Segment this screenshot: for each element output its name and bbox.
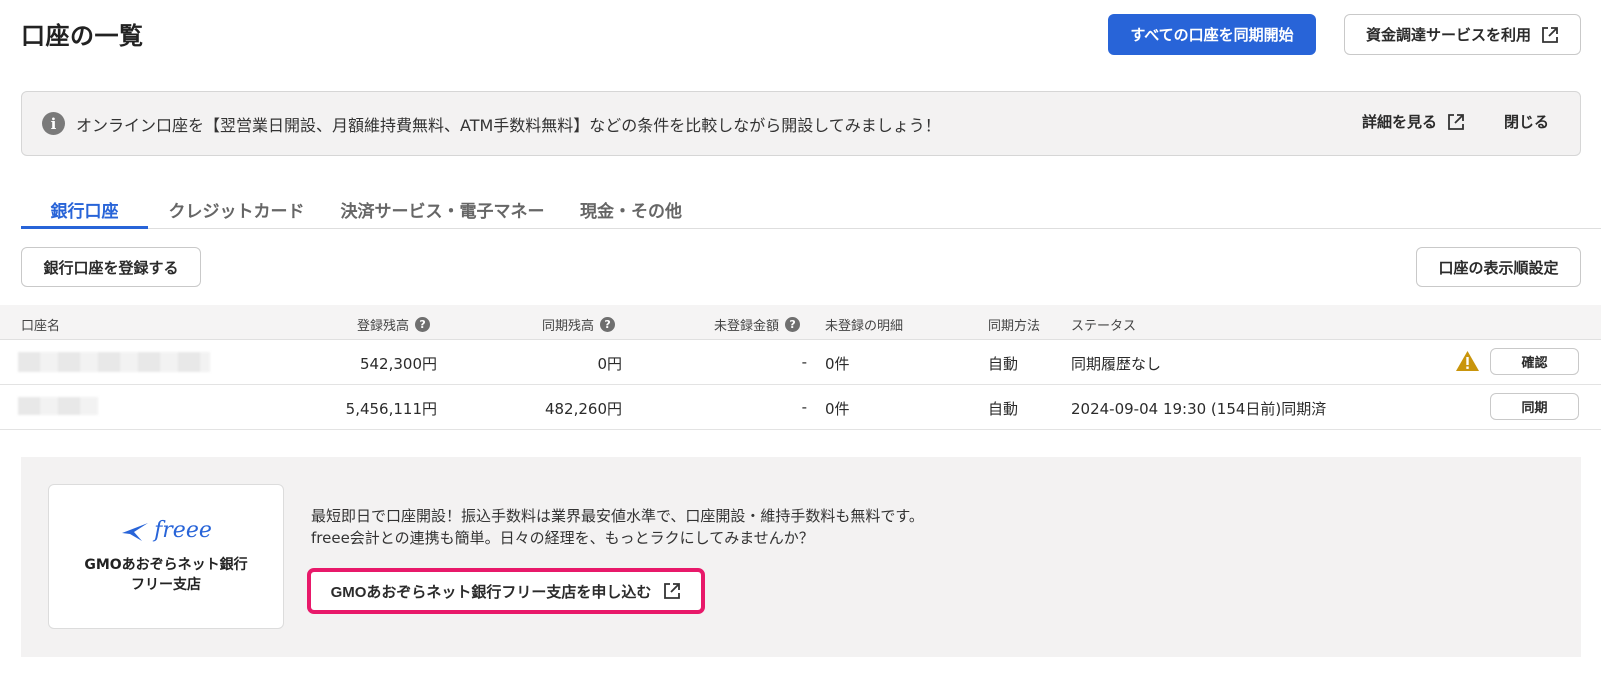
sync-status: 2024-09-04 19:30 (154日前)同期済: [1071, 400, 1327, 418]
unregistered-items: 0件: [825, 355, 850, 373]
promo-bank-card: freee GMOあおぞらネット銀行 フリー支店: [48, 484, 284, 629]
warning-icon: [1456, 351, 1479, 371]
sync-method: 自動: [988, 355, 1019, 373]
funding-service-label: 資金調達サービスを利用: [1365, 27, 1531, 44]
freee-bird-icon: [122, 522, 149, 541]
apply-gmo-label: GMOあおぞらネット銀行フリー支店を申し込む: [330, 583, 652, 601]
page-title: 口座の一覧: [21, 22, 144, 50]
column-header-registered-balance: 登録残高?: [357, 315, 431, 334]
table-row[interactable]: 542,300円 0円 - 0件 自動 同期履歴なし 確認: [0, 340, 1601, 385]
unregistered-items: 0件: [825, 400, 850, 418]
promo-panel: freee GMOあおぞらネット銀行 フリー支店 最短即日で口座開設！振込手数料…: [21, 457, 1581, 657]
account-name-redacted: [18, 397, 98, 415]
column-header-unregistered-amount: 未登録金額?: [714, 315, 801, 334]
help-icon[interactable]: ?: [415, 317, 431, 332]
table-header: 口座名 登録残高? 同期残高? 未登録金額? 未登録の明細 同期方法 ステータス: [0, 305, 1601, 340]
unregistered-amount: -: [801, 353, 807, 371]
synced-balance: 0円: [597, 355, 622, 373]
external-link-icon: [664, 583, 681, 599]
banner-detail-label: 詳細を見る: [1362, 113, 1438, 131]
promo-description: 最短即日で口座開設！振込手数料は業界最安値水準で、口座開設・維持手数料も無料です…: [311, 507, 924, 547]
sync-status: 同期履歴なし: [1071, 355, 1162, 373]
column-header-synced-balance: 同期残高?: [542, 315, 616, 334]
promo-bank-name: GMOあおぞらネット銀行 フリー支店: [84, 557, 248, 593]
account-table: 口座名 登録残高? 同期残高? 未登録金額? 未登録の明細 同期方法 ステータス…: [0, 305, 1601, 430]
info-icon: i: [42, 112, 65, 135]
confirm-button[interactable]: 確認: [1490, 348, 1579, 375]
banner-detail-link[interactable]: 詳細を見る: [1362, 111, 1465, 132]
freee-logo: freee: [120, 518, 212, 543]
account-type-tabs: 銀行口座 クレジットカード 決済サービス・電子マネー 現金・その他: [21, 197, 1601, 229]
sync-method: 自動: [988, 400, 1019, 418]
info-banner: i オンライン口座を【翌営業日開設、月額維持費無料、ATM手数料無料】などの条件…: [21, 91, 1581, 156]
table-row[interactable]: 5,456,111円 482,260円 - 0件 自動 2024-09-04 1…: [0, 385, 1601, 430]
registered-balance: 542,300円: [359, 355, 437, 373]
funding-service-button[interactable]: 資金調達サービスを利用: [1344, 14, 1581, 55]
column-header-unregistered-items: 未登録の明細: [825, 319, 904, 334]
registered-balance: 5,456,111円: [345, 400, 437, 418]
synced-balance: 482,260円: [544, 400, 622, 418]
sync-all-button[interactable]: すべての口座を同期開始: [1108, 14, 1316, 55]
sync-button[interactable]: 同期: [1490, 393, 1579, 420]
column-header-name: 口座名: [21, 319, 61, 334]
help-icon[interactable]: ?: [600, 317, 616, 332]
display-order-button[interactable]: 口座の表示順設定: [1416, 247, 1581, 287]
register-bank-account-button[interactable]: 銀行口座を登録する: [21, 247, 201, 287]
tab-credit-card[interactable]: クレジットカード: [164, 197, 309, 229]
tab-payment-service[interactable]: 決済サービス・電子マネー: [335, 197, 550, 229]
unregistered-amount: -: [801, 398, 807, 416]
external-link-icon: [1542, 26, 1558, 43]
account-name-redacted: [18, 352, 210, 372]
tab-bank[interactable]: 銀行口座: [21, 197, 148, 229]
tab-cash-other[interactable]: 現金・その他: [576, 197, 686, 229]
freee-logo-text: freee: [154, 518, 212, 543]
column-header-sync-method: 同期方法: [988, 319, 1041, 334]
banner-close-button[interactable]: 閉じる: [1504, 111, 1549, 132]
help-icon[interactable]: ?: [785, 317, 801, 332]
column-header-status: ステータス: [1071, 319, 1137, 334]
apply-gmo-button[interactable]: GMOあおぞらネット銀行フリー支店を申し込む: [307, 568, 705, 614]
banner-text: オンライン口座を【翌営業日開設、月額維持費無料、ATM手数料無料】などの条件を比…: [76, 116, 941, 135]
external-link-icon: [1448, 113, 1464, 130]
